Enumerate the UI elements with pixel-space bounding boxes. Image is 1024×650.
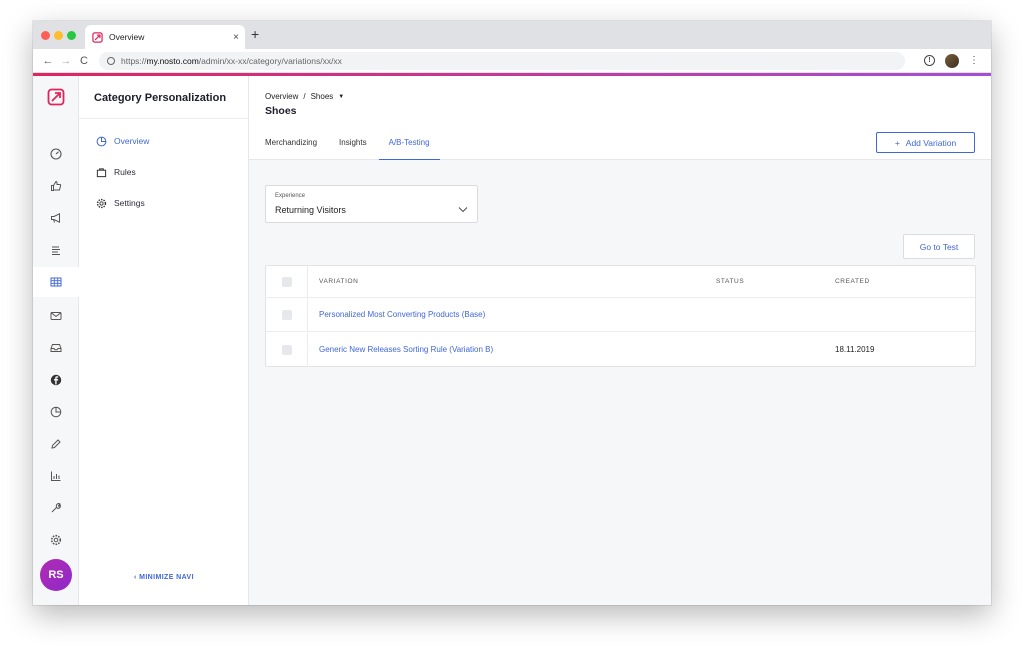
breadcrumb-shoes[interactable]: Shoes: [311, 92, 334, 101]
table-row: Generic New Releases Sorting Rule (Varia…: [266, 333, 975, 367]
new-tab-button[interactable]: +: [251, 26, 259, 42]
user-avatar[interactable]: RS: [40, 559, 72, 591]
list-icon[interactable]: [33, 235, 79, 265]
variation-link[interactable]: Personalized Most Converting Products (B…: [319, 310, 485, 319]
reload-icon[interactable]: C: [75, 55, 93, 67]
back-arrow-icon[interactable]: ←: [39, 55, 57, 67]
browser-toolbar: ← → C https:// my.nosto.com /admin/xx-xx…: [33, 49, 991, 73]
icon-rail: RS: [33, 76, 79, 605]
site-info-icon[interactable]: [107, 56, 115, 65]
gear-icon: [95, 197, 107, 209]
chevron-down-icon: [458, 200, 468, 218]
mail-icon[interactable]: [33, 301, 79, 331]
subnav-item-overview[interactable]: Overview: [95, 135, 149, 147]
megaphone-icon[interactable]: [33, 203, 79, 233]
divider: [79, 118, 249, 119]
page-header: Overview / Shoes ▼ Shoes Merchandizing I…: [249, 76, 991, 160]
tab-insights[interactable]: Insights: [339, 132, 367, 160]
variation-link[interactable]: Generic New Releases Sorting Rule (Varia…: [319, 345, 493, 354]
plus-icon: +: [894, 137, 900, 148]
select-all-checkbox[interactable]: [282, 276, 292, 287]
subnav-item-settings[interactable]: Settings: [95, 197, 145, 209]
url-host: my.nosto.com: [146, 55, 199, 66]
minimize-navi-button[interactable]: ‹ MINIMIZE NAVI: [79, 574, 249, 581]
add-variation-label: Add Variation: [905, 137, 957, 148]
experience-select[interactable]: Experience Returning Visitors: [265, 185, 478, 223]
tab-strip: Merchandizing Insights A/B-Testing: [265, 132, 462, 160]
subnav-item-label: Overview: [114, 136, 150, 146]
breadcrumb: Overview / Shoes ▼: [265, 92, 344, 101]
bag-icon: [95, 166, 107, 178]
column-header-status[interactable]: STATUS: [716, 278, 744, 285]
profile-avatar-icon[interactable]: [945, 53, 959, 68]
browser-window: Overview × + ← → C https:// my.nosto.com…: [33, 21, 991, 605]
main-content: Overview / Shoes ▼ Shoes Merchandizing I…: [249, 76, 991, 605]
row-checkbox[interactable]: [282, 309, 292, 320]
experience-value: Returning Visitors: [275, 205, 346, 215]
pie-chart-icon: [95, 135, 107, 147]
browser-tab-overview[interactable]: Overview ×: [85, 25, 245, 49]
subnav-item-label: Rules: [114, 167, 136, 177]
forward-arrow-icon[interactable]: →: [57, 55, 75, 67]
nosto-logo-icon: [91, 31, 103, 43]
column-header-variation[interactable]: VARIATION: [319, 278, 358, 285]
page-title: Shoes: [265, 105, 297, 117]
table-header-row: VARIATION STATUS CREATED: [266, 266, 975, 298]
minimize-navi-label: MINIMIZE NAVI: [139, 574, 194, 581]
gear-icon[interactable]: [33, 525, 79, 555]
go-to-test-button[interactable]: Go to Test: [903, 234, 975, 259]
thumbs-up-icon[interactable]: [33, 171, 79, 201]
tab-ab-testing[interactable]: A/B-Testing: [378, 132, 440, 160]
chevron-left-icon: ‹: [134, 574, 137, 581]
nosto-logo-icon[interactable]: [47, 88, 65, 106]
grid-icon[interactable]: [33, 267, 79, 297]
pen-icon[interactable]: [33, 429, 79, 459]
browser-menu-icon[interactable]: ⋮: [969, 55, 979, 66]
facebook-icon[interactable]: [33, 365, 79, 395]
browser-tab-bar: Overview × +: [33, 21, 991, 49]
tab-merchandizing[interactable]: Merchandizing: [265, 132, 317, 160]
add-variation-button[interactable]: + Add Variation: [876, 132, 975, 153]
subnav-item-label: Settings: [114, 198, 145, 208]
inbox-icon[interactable]: [33, 333, 79, 363]
url-path: /admin/xx-xx/category/variations/xx/xx: [198, 55, 342, 66]
section-title: Category Personalization: [94, 92, 227, 104]
created-date: 18.11.2019: [835, 345, 875, 354]
tab-title: Overview: [109, 32, 145, 42]
caret-down-icon[interactable]: ▼: [338, 94, 344, 100]
breadcrumb-separator: /: [303, 92, 306, 101]
dashboard-icon[interactable]: [33, 139, 79, 169]
subnav-item-rules[interactable]: Rules: [95, 166, 136, 178]
column-header-created[interactable]: CREATED: [835, 278, 870, 285]
table-row: Personalized Most Converting Products (B…: [266, 298, 975, 332]
url-scheme: https://: [121, 55, 147, 66]
bar-chart-icon[interactable]: [33, 461, 79, 491]
minimize-window-button[interactable]: [54, 31, 63, 40]
maximize-window-button[interactable]: [67, 31, 76, 40]
breadcrumb-overview[interactable]: Overview: [265, 92, 298, 101]
experience-label: Experience: [275, 193, 306, 199]
tab-close-icon[interactable]: ×: [233, 32, 239, 43]
extension-info-icon[interactable]: !: [924, 55, 935, 66]
wrench-icon[interactable]: [33, 493, 79, 523]
variations-table: VARIATION STATUS CREATED Personalized Mo…: [265, 265, 976, 367]
pie-chart-icon[interactable]: [33, 397, 79, 427]
address-bar[interactable]: https:// my.nosto.com /admin/xx-xx/categ…: [99, 51, 905, 70]
close-window-button[interactable]: [41, 31, 50, 40]
secondary-nav: Category Personalization Overview Rules …: [79, 76, 249, 605]
row-checkbox[interactable]: [282, 345, 292, 355]
